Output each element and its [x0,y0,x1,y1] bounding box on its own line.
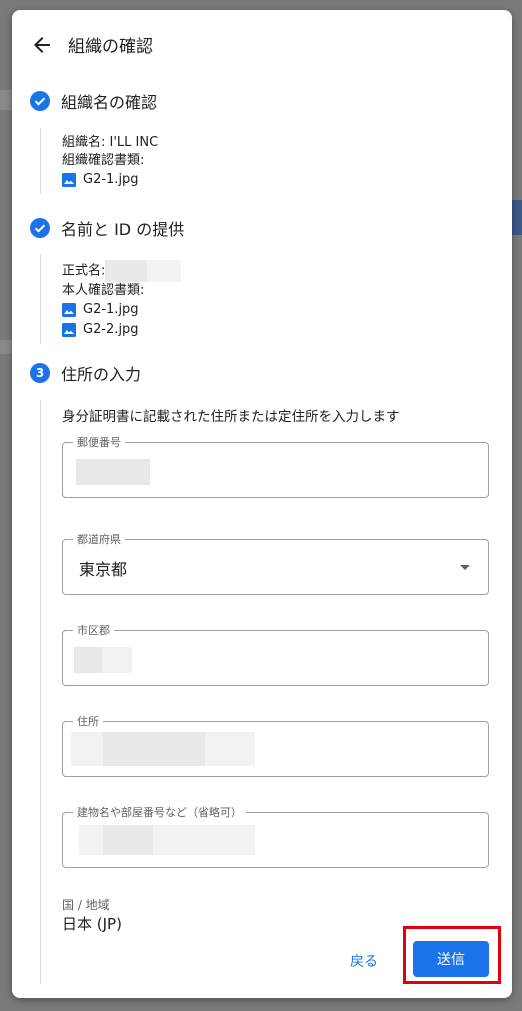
image-file-icon [62,303,76,317]
highlight-box [403,926,501,984]
step-3-label: 住所の入力 [61,365,142,384]
background-fragment [0,90,12,110]
org-doc-label: 組織確認書類: [62,153,145,168]
country-label: 国 / 地域 [62,898,110,912]
file-name: G2-2.jpg [83,322,139,337]
redacted-value [153,825,255,855]
step-2-label: 名前と ID の提供 [61,220,185,239]
dialog-header: 組織の確認 [30,32,153,57]
file-item[interactable]: G2-1.jpg [62,170,158,190]
redacted-value [103,732,205,766]
org-name: 組織名: I'LL INC [62,135,159,150]
file-item[interactable]: G2-1.jpg [62,300,181,320]
image-file-icon [62,173,76,187]
redacted-value [71,732,103,766]
redacted-value [103,825,153,855]
step-connector [40,128,41,194]
verify-organization-dialog: 組織の確認 組織名の確認 組織名: I'LL INC 組織確認書類: G2-1.… [12,10,512,998]
building-label: 建物名や部屋番号など（省略可） [73,804,246,820]
check-circle-icon [30,218,50,238]
redacted-value [79,825,103,855]
redacted-value [102,647,132,673]
street-address-field[interactable]: 住所 [62,713,489,777]
redacted-value [76,459,150,485]
step-number-badge: 3 [30,363,50,383]
building-field[interactable]: 建物名や部屋番号など（省略可） [62,804,489,868]
country-value: 日本 (JP) [62,915,122,933]
back-arrow-icon[interactable] [30,33,54,57]
step-1-label: 組織名の確認 [61,93,158,112]
step-3-header: 3 住所の入力 [30,361,141,385]
file-item[interactable]: G2-2.jpg [62,320,181,340]
file-name: G2-1.jpg [83,302,139,317]
postal-code-label: 郵便番号 [73,434,125,450]
redacted-value [147,260,182,282]
redacted-value [74,647,102,673]
step-connector [40,400,41,984]
step-1-details: 組織名: I'LL INC 組織確認書類: G2-1.jpg [62,134,158,190]
back-button[interactable]: 戻る [350,951,378,971]
file-name: G2-1.jpg [83,172,139,187]
dropdown-arrow-icon [460,565,470,570]
step-connector [40,254,41,344]
background-fragment [0,340,12,354]
step-1-header: 組織名の確認 [30,89,157,113]
street-address-label: 住所 [73,713,103,729]
postal-code-field[interactable]: 郵便番号 [62,434,489,498]
city-label: 市区郡 [73,622,114,638]
image-file-icon [62,323,76,337]
id-doc-label: 本人確認書類: [62,283,145,298]
legal-name-label: 正式名: [62,263,106,279]
prefecture-select[interactable]: 都道府県 東京都 [62,531,489,595]
redacted-value [205,732,255,766]
dialog-title: 組織の確認 [68,37,153,57]
step-2-details: 正式名: 本人確認書類: G2-1.jpg G2-2.jpg [62,260,182,340]
check-circle-icon [30,91,50,111]
step-2-header: 名前と ID の提供 [30,216,184,240]
prefecture-label: 都道府県 [73,531,125,547]
city-field[interactable]: 市区郡 [62,622,489,686]
background-fragment [512,200,522,235]
address-hint: 身分証明書に記載された住所または定住所を入力します [62,409,400,425]
prefecture-value: 東京都 [79,560,128,579]
redacted-value [105,260,148,282]
legal-name-row: 正式名: [62,260,182,282]
